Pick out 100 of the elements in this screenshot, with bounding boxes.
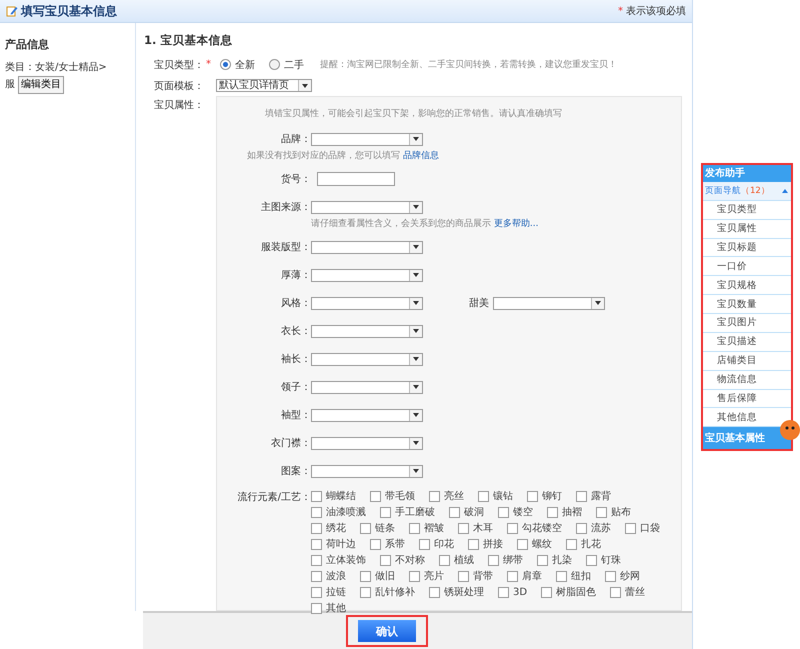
radio-button[interactable] [269, 59, 280, 70]
field-label: 袖长： [280, 352, 311, 366]
confirm-button[interactable]: 确认 [358, 620, 416, 642]
nav-item[interactable]: 物流信息 [703, 370, 791, 390]
nav-item[interactable]: 宝贝描述 [703, 332, 791, 352]
checkbox-option[interactable]: 抽褶 [547, 506, 582, 518]
select-field[interactable] [311, 240, 423, 254]
category-path: 服 [5, 79, 15, 90]
checkbox-option[interactable]: 波浪 [311, 570, 346, 582]
checkbox-option[interactable]: 扎染 [537, 554, 572, 566]
checkbox-option[interactable]: 破洞 [449, 506, 484, 518]
checkbox-option[interactable]: 立体装饰 [311, 554, 366, 566]
mascot-icon [779, 419, 800, 441]
select-field[interactable] [493, 296, 605, 310]
field-label: 流行元素/工艺： [236, 490, 311, 505]
nav-item[interactable]: 宝贝标题 [703, 238, 791, 258]
checkbox-option[interactable]: 纱网 [605, 570, 640, 582]
edit-icon [6, 5, 18, 17]
select-field[interactable] [311, 324, 423, 338]
field-label: 袖型： [280, 408, 311, 422]
checkbox-option[interactable]: 系带 [370, 538, 405, 550]
checkbox-option[interactable]: 流苏 [576, 522, 611, 534]
checkbox-option[interactable]: 螺纹 [517, 538, 552, 550]
nav-item[interactable]: 宝贝图片 [703, 314, 791, 333]
checkbox-option[interactable]: 带毛领 [370, 490, 415, 502]
template-select[interactable]: 默认宝贝详情页 [216, 79, 312, 92]
section-title: 1. 宝贝基本信息 [144, 33, 234, 48]
checkbox-option[interactable]: 铆钉 [527, 490, 562, 502]
input-field[interactable] [317, 172, 395, 186]
checkbox-option[interactable]: 链条 [360, 522, 395, 534]
field-label: 风格： [280, 296, 311, 310]
select-field[interactable] [311, 132, 423, 146]
checkbox-option[interactable]: 荷叶边 [311, 538, 356, 550]
select-field[interactable] [311, 408, 423, 422]
category-path: 类目：女装/女士精品> [5, 60, 108, 75]
checkbox-option[interactable]: 亮丝 [429, 490, 464, 502]
hint-text: 如果没有找到对应的品牌，您可以填写 品牌信息 [246, 150, 440, 162]
checkbox-option[interactable]: 背带 [458, 570, 493, 582]
checkbox-option[interactable]: 绣花 [311, 522, 346, 534]
checkbox-option[interactable]: 3D [498, 586, 528, 598]
checkbox-option[interactable]: 露背 [576, 490, 611, 502]
checkbox-option[interactable]: 锈斑处理 [429, 586, 484, 598]
select-field[interactable] [311, 200, 423, 214]
field-label: 领子： [280, 381, 311, 394]
checkbox-option[interactable]: 纽扣 [556, 570, 591, 582]
checkbox-option[interactable]: 扎花 [566, 538, 601, 550]
select-field[interactable] [311, 436, 423, 450]
checkbox-option[interactable]: 蝴蝶结 [311, 490, 356, 502]
checkbox-option[interactable]: 绑带 [488, 554, 523, 566]
checkbox-option[interactable]: 褶皱 [409, 522, 444, 534]
checkbox-option[interactable]: 亮片 [409, 570, 444, 582]
radio-label: 二手 [284, 58, 304, 72]
checkbox-option[interactable]: 蕾丝 [610, 586, 646, 598]
product-info-title: 产品信息 [5, 37, 50, 52]
checkbox-option[interactable]: 印花 [419, 538, 454, 550]
reminder-text: 提醒：淘宝网已限制全新、二手宝贝间转换，若需转换，建议您重发宝贝！ [320, 58, 617, 71]
edit-category-button[interactable]: 编辑类目 [18, 76, 64, 94]
checkbox-option[interactable]: 镶钻 [478, 490, 513, 502]
checkbox-option[interactable]: 手工磨破 [380, 506, 435, 518]
field-label: 图案： [280, 464, 311, 478]
field-label: 服装版型： [260, 240, 311, 254]
field-label: 页面模板： [153, 80, 205, 92]
nav-item[interactable]: 售后保障 [703, 390, 791, 408]
checkbox-option[interactable]: 口袋 [625, 522, 660, 534]
checkbox-option[interactable]: 镂空 [498, 506, 533, 518]
select-field[interactable] [311, 464, 423, 478]
nav-item[interactable]: 宝贝类型 [703, 200, 791, 220]
required-mark: * [206, 59, 211, 70]
field-label: 宝贝类型： [153, 58, 205, 72]
select-field[interactable] [311, 352, 423, 366]
page-title: 填写宝贝基本信息 [21, 2, 117, 20]
checkbox-option[interactable]: 肩章 [507, 570, 542, 582]
select-field[interactable] [311, 296, 423, 310]
select-field[interactable] [311, 380, 423, 394]
checkbox-option[interactable]: 其他 [311, 602, 346, 614]
assistant-title: 发布助手 [703, 165, 791, 182]
nav-item[interactable]: 宝贝属性 [703, 220, 791, 238]
field-label: 衣门襟： [270, 436, 311, 450]
field-label: 品牌： [280, 133, 311, 146]
checkbox-option[interactable]: 做旧 [360, 570, 395, 582]
checkbox-option[interactable]: 勾花镂空 [507, 522, 562, 534]
checkbox-option[interactable]: 油漆喷溅 [311, 506, 366, 518]
radio-button[interactable] [220, 59, 231, 70]
field-label: 主图来源： [260, 200, 311, 214]
nav-item[interactable]: 店铺类目 [703, 352, 791, 371]
checkbox-option[interactable]: 钉珠 [586, 554, 621, 566]
select-field[interactable] [311, 268, 423, 282]
help-link[interactable]: 品牌信息 [402, 151, 439, 161]
checkbox-option[interactable]: 拉链 [311, 586, 346, 598]
page-nav-toggle[interactable]: 页面导航（12） [703, 182, 791, 201]
checkbox-option[interactable]: 贴布 [596, 506, 631, 518]
field-label: 货号： [280, 173, 311, 186]
checkbox-option[interactable]: 乱针修补 [360, 586, 415, 598]
checkbox-option[interactable]: 植绒 [439, 554, 474, 566]
checkbox-option[interactable]: 树脂固色 [541, 586, 596, 598]
checkbox-option[interactable]: 拼接 [468, 538, 503, 550]
help-link[interactable]: 更多帮助... [494, 219, 538, 229]
checkbox-option[interactable]: 木耳 [458, 522, 493, 534]
hint-text: 请仔细查看属性含义，会关系到您的商品展示 更多帮助... [310, 218, 540, 230]
checkbox-option[interactable]: 不对称 [380, 554, 425, 566]
